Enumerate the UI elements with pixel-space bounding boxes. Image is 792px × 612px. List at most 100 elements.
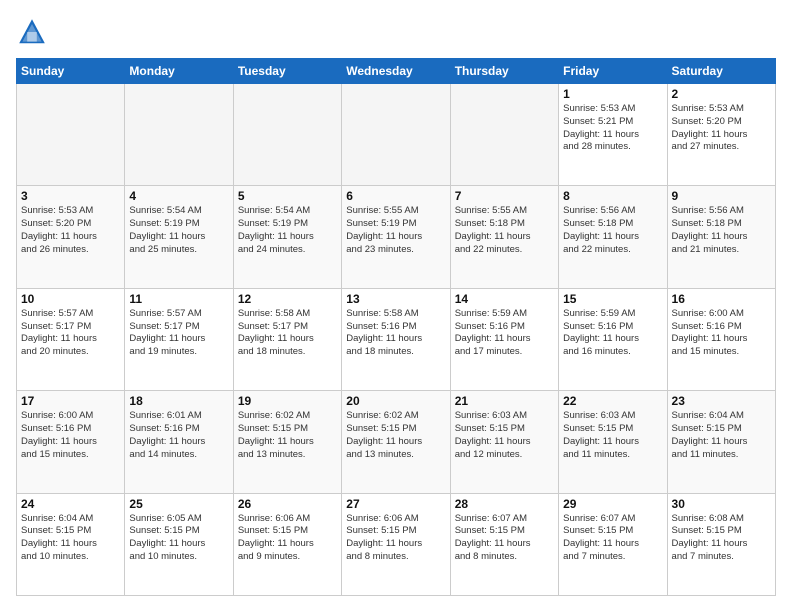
day-number: 3 bbox=[21, 189, 120, 203]
calendar-cell: 25 Sunrise: 6:05 AM Sunset: 5:15 PM Dayli… bbox=[125, 493, 233, 595]
calendar-cell: 7 Sunrise: 5:55 AM Sunset: 5:18 PM Daylig… bbox=[450, 186, 558, 288]
weekday-header-tuesday: Tuesday bbox=[233, 59, 341, 84]
day-info: Sunrise: 5:53 AM Sunset: 5:21 PM Dayligh… bbox=[563, 103, 662, 154]
day-number: 27 bbox=[346, 497, 445, 511]
weekday-header-monday: Monday bbox=[125, 59, 233, 84]
day-number: 30 bbox=[672, 497, 771, 511]
day-number: 22 bbox=[563, 394, 662, 408]
calendar-cell: 16 Sunrise: 6:00 AM Sunset: 5:16 PM Dayli… bbox=[667, 288, 775, 390]
day-info: Sunrise: 6:00 AM Sunset: 5:16 PM Dayligh… bbox=[21, 410, 120, 461]
page: SundayMondayTuesdayWednesdayThursdayFrid… bbox=[0, 0, 792, 612]
week-row-2: 3 Sunrise: 5:53 AM Sunset: 5:20 PM Daylig… bbox=[17, 186, 776, 288]
day-info: Sunrise: 5:54 AM Sunset: 5:19 PM Dayligh… bbox=[238, 205, 337, 256]
calendar-cell: 12Sunrise: 5:58 AM Sunset: 5:17 PM Dayli… bbox=[233, 288, 341, 390]
day-info: Sunrise: 6:01 AM Sunset: 5:16 PM Dayligh… bbox=[129, 410, 228, 461]
calendar-cell bbox=[450, 84, 558, 186]
calendar-cell bbox=[342, 84, 450, 186]
calendar-cell: 27 Sunrise: 6:06 AM Sunset: 5:15 PM Dayli… bbox=[342, 493, 450, 595]
day-number: 28 bbox=[455, 497, 554, 511]
day-number: 13 bbox=[346, 292, 445, 306]
calendar-cell: 21Sunrise: 6:03 AM Sunset: 5:15 PM Dayli… bbox=[450, 391, 558, 493]
calendar-cell: 24 Sunrise: 6:04 AM Sunset: 5:15 PM Dayli… bbox=[17, 493, 125, 595]
day-number: 8 bbox=[563, 189, 662, 203]
calendar-cell: 6 Sunrise: 5:55 AM Sunset: 5:19 PM Daylig… bbox=[342, 186, 450, 288]
day-info: Sunrise: 5:59 AM Sunset: 5:16 PM Dayligh… bbox=[563, 308, 662, 359]
day-number: 5 bbox=[238, 189, 337, 203]
weekday-header-sunday: Sunday bbox=[17, 59, 125, 84]
weekday-header-thursday: Thursday bbox=[450, 59, 558, 84]
day-number: 17 bbox=[21, 394, 120, 408]
day-info: Sunrise: 5:58 AM Sunset: 5:16 PM Dayligh… bbox=[346, 308, 445, 359]
day-info: Sunrise: 6:07 AM Sunset: 5:15 PM Dayligh… bbox=[563, 513, 662, 564]
day-number: 1 bbox=[563, 87, 662, 101]
day-info: Sunrise: 5:54 AM Sunset: 5:19 PM Dayligh… bbox=[129, 205, 228, 256]
calendar-table: SundayMondayTuesdayWednesdayThursdayFrid… bbox=[16, 58, 776, 596]
calendar-cell: 11 Sunrise: 5:57 AM Sunset: 5:17 PM Dayli… bbox=[125, 288, 233, 390]
day-number: 25 bbox=[129, 497, 228, 511]
week-row-5: 24 Sunrise: 6:04 AM Sunset: 5:15 PM Dayli… bbox=[17, 493, 776, 595]
calendar-cell: 8 Sunrise: 5:56 AM Sunset: 5:18 PM Daylig… bbox=[559, 186, 667, 288]
day-number: 20 bbox=[346, 394, 445, 408]
calendar-cell bbox=[125, 84, 233, 186]
calendar-cell bbox=[17, 84, 125, 186]
day-info: Sunrise: 5:57 AM Sunset: 5:17 PM Dayligh… bbox=[21, 308, 120, 359]
day-number: 10 bbox=[21, 292, 120, 306]
day-number: 21 bbox=[455, 394, 554, 408]
calendar-cell: 10 Sunrise: 5:57 AM Sunset: 5:17 PM Dayli… bbox=[17, 288, 125, 390]
calendar-cell: 5 Sunrise: 5:54 AM Sunset: 5:19 PM Daylig… bbox=[233, 186, 341, 288]
day-info: Sunrise: 6:05 AM Sunset: 5:15 PM Dayligh… bbox=[129, 513, 228, 564]
calendar-cell: 9 Sunrise: 5:56 AM Sunset: 5:18 PM Daylig… bbox=[667, 186, 775, 288]
day-number: 24 bbox=[21, 497, 120, 511]
calendar-cell: 14Sunrise: 5:59 AM Sunset: 5:16 PM Dayli… bbox=[450, 288, 558, 390]
day-info: Sunrise: 5:55 AM Sunset: 5:19 PM Dayligh… bbox=[346, 205, 445, 256]
weekday-header-saturday: Saturday bbox=[667, 59, 775, 84]
calendar-cell: 20 Sunrise: 6:02 AM Sunset: 5:15 PM Dayli… bbox=[342, 391, 450, 493]
weekday-header-friday: Friday bbox=[559, 59, 667, 84]
day-info: Sunrise: 5:56 AM Sunset: 5:18 PM Dayligh… bbox=[563, 205, 662, 256]
day-info: Sunrise: 5:53 AM Sunset: 5:20 PM Dayligh… bbox=[21, 205, 120, 256]
calendar-cell: 1 Sunrise: 5:53 AM Sunset: 5:21 PM Daylig… bbox=[559, 84, 667, 186]
day-info: Sunrise: 5:59 AM Sunset: 5:16 PM Dayligh… bbox=[455, 308, 554, 359]
week-row-4: 17 Sunrise: 6:00 AM Sunset: 5:16 PM Dayli… bbox=[17, 391, 776, 493]
day-number: 6 bbox=[346, 189, 445, 203]
week-row-3: 10 Sunrise: 5:57 AM Sunset: 5:17 PM Dayli… bbox=[17, 288, 776, 390]
day-info: Sunrise: 6:02 AM Sunset: 5:15 PM Dayligh… bbox=[346, 410, 445, 461]
calendar-cell: 3 Sunrise: 5:53 AM Sunset: 5:20 PM Daylig… bbox=[17, 186, 125, 288]
day-info: Sunrise: 5:56 AM Sunset: 5:18 PM Dayligh… bbox=[672, 205, 771, 256]
logo bbox=[16, 16, 52, 48]
calendar-cell: 30 Sunrise: 6:08 AM Sunset: 5:15 PM Dayli… bbox=[667, 493, 775, 595]
day-info: Sunrise: 6:08 AM Sunset: 5:15 PM Dayligh… bbox=[672, 513, 771, 564]
day-number: 16 bbox=[672, 292, 771, 306]
calendar-cell: 28 Sunrise: 6:07 AM Sunset: 5:15 PM Dayli… bbox=[450, 493, 558, 595]
day-number: 4 bbox=[129, 189, 228, 203]
calendar-cell: 26Sunrise: 6:06 AM Sunset: 5:15 PM Dayli… bbox=[233, 493, 341, 595]
weekday-header-row: SundayMondayTuesdayWednesdayThursdayFrid… bbox=[17, 59, 776, 84]
day-number: 11 bbox=[129, 292, 228, 306]
day-number: 19 bbox=[238, 394, 337, 408]
day-info: Sunrise: 5:55 AM Sunset: 5:18 PM Dayligh… bbox=[455, 205, 554, 256]
calendar-cell: 23Sunrise: 6:04 AM Sunset: 5:15 PM Dayli… bbox=[667, 391, 775, 493]
day-number: 15 bbox=[563, 292, 662, 306]
week-row-1: 1 Sunrise: 5:53 AM Sunset: 5:21 PM Daylig… bbox=[17, 84, 776, 186]
calendar-cell: 29Sunrise: 6:07 AM Sunset: 5:15 PM Dayli… bbox=[559, 493, 667, 595]
calendar-cell: 19Sunrise: 6:02 AM Sunset: 5:15 PM Dayli… bbox=[233, 391, 341, 493]
day-number: 9 bbox=[672, 189, 771, 203]
day-number: 7 bbox=[455, 189, 554, 203]
calendar-cell bbox=[233, 84, 341, 186]
day-info: Sunrise: 6:04 AM Sunset: 5:15 PM Dayligh… bbox=[672, 410, 771, 461]
day-number: 2 bbox=[672, 87, 771, 101]
day-number: 12 bbox=[238, 292, 337, 306]
day-info: Sunrise: 6:07 AM Sunset: 5:15 PM Dayligh… bbox=[455, 513, 554, 564]
day-info: Sunrise: 6:06 AM Sunset: 5:15 PM Dayligh… bbox=[346, 513, 445, 564]
calendar-cell: 13 Sunrise: 5:58 AM Sunset: 5:16 PM Dayli… bbox=[342, 288, 450, 390]
header bbox=[16, 16, 776, 48]
day-info: Sunrise: 6:03 AM Sunset: 5:15 PM Dayligh… bbox=[563, 410, 662, 461]
calendar-cell: 15 Sunrise: 5:59 AM Sunset: 5:16 PM Dayli… bbox=[559, 288, 667, 390]
day-number: 18 bbox=[129, 394, 228, 408]
calendar-cell: 4 Sunrise: 5:54 AM Sunset: 5:19 PM Daylig… bbox=[125, 186, 233, 288]
day-info: Sunrise: 6:06 AM Sunset: 5:15 PM Dayligh… bbox=[238, 513, 337, 564]
weekday-header-wednesday: Wednesday bbox=[342, 59, 450, 84]
day-info: Sunrise: 6:00 AM Sunset: 5:16 PM Dayligh… bbox=[672, 308, 771, 359]
day-info: Sunrise: 5:57 AM Sunset: 5:17 PM Dayligh… bbox=[129, 308, 228, 359]
day-info: Sunrise: 6:04 AM Sunset: 5:15 PM Dayligh… bbox=[21, 513, 120, 564]
